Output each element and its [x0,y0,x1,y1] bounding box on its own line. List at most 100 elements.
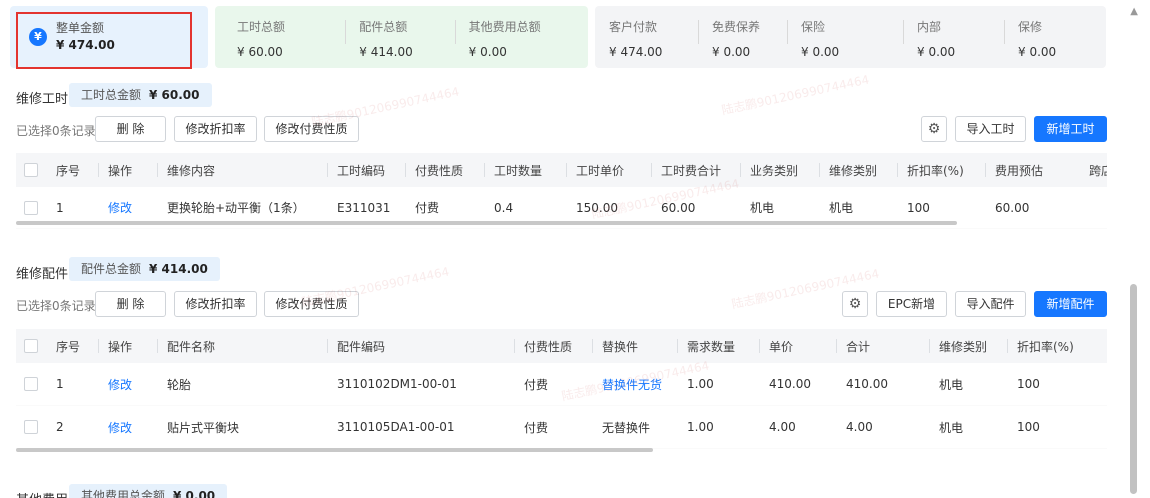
warranty: 保修 ¥ 0.00 [1004,6,1098,68]
customer-pay-label: 客户付款 [609,20,658,34]
cost-estimate: 60.00 [995,200,1030,215]
col-demand-qty: 需求数量 [676,329,735,363]
col-substitute: 替换件 [591,329,638,363]
col-repair-type: 维修类别 [928,329,987,363]
labor-select-all-checkbox[interactable] [24,163,38,177]
other-total-tag: 其他费用总金额 ¥ 0.00 [69,484,228,498]
part-code: 3110105DA1-00-01 [337,420,455,434]
part-name: 贴片式平衡块 [167,420,240,435]
parts-edit-paytype-button[interactable]: 修改付费性质 [264,291,359,317]
customer-pay: 客户付款 ¥ 474.00 [609,6,712,68]
col-index: 序号 [56,339,81,354]
col-action: 操作 [97,153,132,187]
other-total-label: 其他费用总额 [468,20,541,34]
col-labor-code: 工时编码 [326,153,385,187]
warranty-label: 保修 [1018,20,1043,34]
labor-edit-paytype-button[interactable]: 修改付费性质 [264,116,359,142]
pay-type: 付费 [524,420,549,435]
parts-total-label: 配件总额 [359,20,408,34]
col-part-code: 配件编码 [326,329,385,363]
labor-total: 工时总额 ¥ 60.00 [237,6,359,68]
labor-delete-button[interactable]: 删 除 [95,116,166,142]
row-index: 1 [56,377,64,391]
col-pay-type: 付费性质 [513,329,572,363]
unit-price: 4.00 [769,420,796,434]
parts-tag-label: 配件总金额 [81,262,142,276]
labor-table-header: 序号 操作 维修内容 工时编码 付费性质 工时数量 工时单价 工时费合计 业务类… [16,153,1107,187]
parts-selected-count: 已选择0条记录 [16,299,96,313]
row-checkbox[interactable] [24,377,38,391]
internal-value: ¥ 0.00 [917,45,956,59]
gear-icon[interactable]: ⚙ [842,291,868,317]
repair-type: 机电 [939,377,964,392]
cost-breakdown-card: 工时总额 ¥ 60.00 配件总额 ¥ 414.00 其他费用总额 ¥ 0.00 [215,6,588,68]
total-amount-value: ¥ 474.00 [56,38,115,52]
labor-section-title: 维修工时 [16,92,69,107]
col-business-type: 业务类别 [739,153,798,187]
col-labor-price: 工时单价 [565,153,624,187]
import-parts-button[interactable]: 导入配件 [955,291,1026,317]
labor-horizontal-scrollbar[interactable] [16,221,957,225]
labor-total-label: 工时总额 [237,20,286,34]
gear-icon[interactable]: ⚙ [921,116,947,142]
parts-total-value: ¥ 414.00 [359,45,413,59]
demand-qty: 1.00 [687,420,714,434]
scroll-up-arrow-icon[interactable]: ▲ [1130,6,1138,17]
payment-breakdown-card: 客户付款 ¥ 474.00 免费保养 ¥ 0.00 保险 ¥ 0.00 内部 ¥… [595,6,1106,68]
internal-label: 内部 [917,20,942,34]
total-amount-card: ¥ 整单金额 ¥ 474.00 [10,6,208,69]
labor-selected-count: 已选择0条记录 [16,124,96,138]
other-section-title: 其他费用 [16,489,68,498]
substitute-link[interactable]: 替换件无货 [602,363,662,405]
col-discount: 折扣率(%) [1007,329,1074,363]
discount: 100 [1017,377,1040,391]
col-repair-type: 维修类别 [818,153,877,187]
insurance: 保险 ¥ 0.00 [787,6,917,68]
add-labor-button[interactable]: 新增工时 [1034,116,1107,142]
insurance-value: ¥ 0.00 [801,45,840,59]
col-subtotal: 合计 [835,329,870,363]
other-tag-value: ¥ 0.00 [173,489,216,498]
labor-total-tag: 工时总金额 ¥ 60.00 [69,83,212,107]
col-discount: 折扣率(%) [897,153,964,187]
work-order-amounts-page: ¥ 整单金额 ¥ 474.00 工时总额 ¥ 60.00 配件总额 ¥ 414.… [0,0,1150,498]
parts-section-title: 维修配件 [16,267,69,282]
epc-add-button[interactable]: EPC新增 [876,291,947,317]
col-action: 操作 [97,329,132,363]
col-repair-content: 维修内容 [156,153,215,187]
unit-price: 410.00 [769,377,811,391]
internal: 内部 ¥ 0.00 [903,6,1018,68]
free-maintenance-value: ¥ 0.00 [712,45,751,59]
col-index: 序号 [56,163,81,178]
part-name: 轮胎 [167,377,192,392]
table-row: 2 修改 贴片式平衡块 3110105DA1-00-01 付费 无替换件 1.0… [16,406,1107,449]
other-total-value: ¥ 0.00 [468,45,507,59]
parts-total: 配件总额 ¥ 414.00 [345,6,468,68]
other-tag-label: 其他费用总金额 [81,489,166,498]
labor-table: 序号 操作 维修内容 工时编码 付费性质 工时数量 工时单价 工时费合计 业务类… [16,153,1107,229]
parts-select-all-checkbox[interactable] [24,339,38,353]
edit-link[interactable]: 修改 [108,406,132,448]
parts-edit-discount-button[interactable]: 修改折扣率 [174,291,257,317]
import-labor-button[interactable]: 导入工时 [955,116,1026,142]
parts-total-tag: 配件总金额 ¥ 414.00 [69,257,220,281]
vertical-scrollbar-thumb[interactable] [1130,284,1137,494]
labor-edit-discount-button[interactable]: 修改折扣率 [174,116,257,142]
add-parts-button[interactable]: 新增配件 [1034,291,1107,317]
row-checkbox[interactable] [24,200,38,215]
labor-total-value: ¥ 60.00 [237,45,283,59]
yuan-icon: ¥ [29,28,47,46]
parts-horizontal-scrollbar[interactable] [16,448,653,452]
other-total: 其他费用总额 ¥ 0.00 [454,6,588,68]
insurance-label: 保险 [801,20,826,34]
col-unit-price: 单价 [758,329,793,363]
parts-delete-button[interactable]: 删 除 [95,291,166,317]
parts-table: 序号 操作 配件名称 配件编码 付费性质 替换件 需求数量 单价 合计 维修类别… [16,329,1107,449]
labor-tag-label: 工时总金额 [81,88,142,102]
col-cost-estimate: 费用预估 [984,153,1043,187]
warranty-value: ¥ 0.00 [1018,45,1057,59]
col-labor-total: 工时费合计 [650,153,721,187]
edit-link[interactable]: 修改 [108,363,132,405]
col-cross-store: 跨店 [1089,153,1107,187]
row-checkbox[interactable] [24,420,38,434]
